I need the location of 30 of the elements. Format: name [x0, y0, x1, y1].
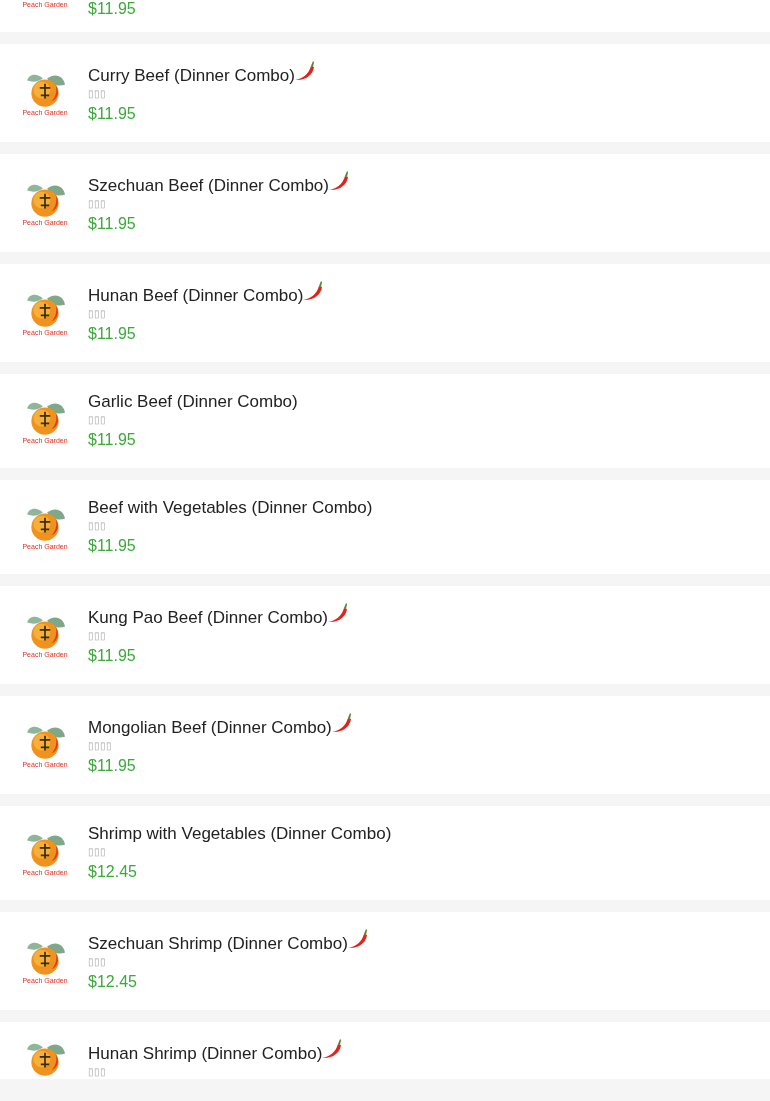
dish-subtitle: ▯▯▯▯	[88, 739, 112, 753]
dish-name: Szechuan Shrimp (Dinner Combo)	[88, 933, 348, 955]
dish-subtitle: ▯▯▯	[88, 629, 106, 643]
price: $11.95	[88, 104, 136, 124]
dish-subtitle: ▯▯▯	[88, 519, 106, 533]
price: $11.95	[88, 536, 136, 556]
dish-name: Shrimp with Vegetables (Dinner Combo)	[88, 823, 392, 845]
dish-subtitle: ▯▯▯	[88, 413, 106, 427]
price: $11.95	[88, 430, 136, 450]
price: $11.95	[88, 0, 136, 18]
dish-subtitle: ▯▯▯	[88, 307, 106, 321]
dish-name: Garlic Beef (Dinner Combo)	[88, 391, 298, 413]
price: $11.95	[88, 214, 136, 234]
dish-name: Kung Pao Beef (Dinner Combo)	[88, 607, 329, 629]
dish-name: Hunan Beef (Dinner Combo)	[88, 285, 304, 307]
price: $11.95	[88, 646, 136, 666]
dish-subtitle: ▯▯▯	[88, 845, 106, 859]
dish-name: Beef with Vegetables (Dinner Combo)	[88, 497, 373, 519]
dish-name: Szechuan Beef (Dinner Combo)	[88, 175, 329, 197]
dish-name: Hunan Shrimp (Dinner Combo)	[88, 1043, 323, 1065]
price: $11.95	[88, 756, 136, 776]
price: $12.45	[88, 862, 137, 882]
dish-subtitle: ▯▯▯	[88, 87, 106, 101]
price: $11.95	[88, 324, 136, 344]
dish-subtitle: ▯▯▯	[88, 1065, 106, 1079]
dish-name: Mongolian Beef (Dinner Combo)	[88, 717, 332, 739]
dish-name: Curry Beef (Dinner Combo)	[88, 65, 295, 87]
price: $12.45	[88, 972, 137, 992]
dish-subtitle: ▯▯▯	[88, 955, 106, 969]
dish-subtitle: ▯▯▯	[88, 197, 106, 211]
